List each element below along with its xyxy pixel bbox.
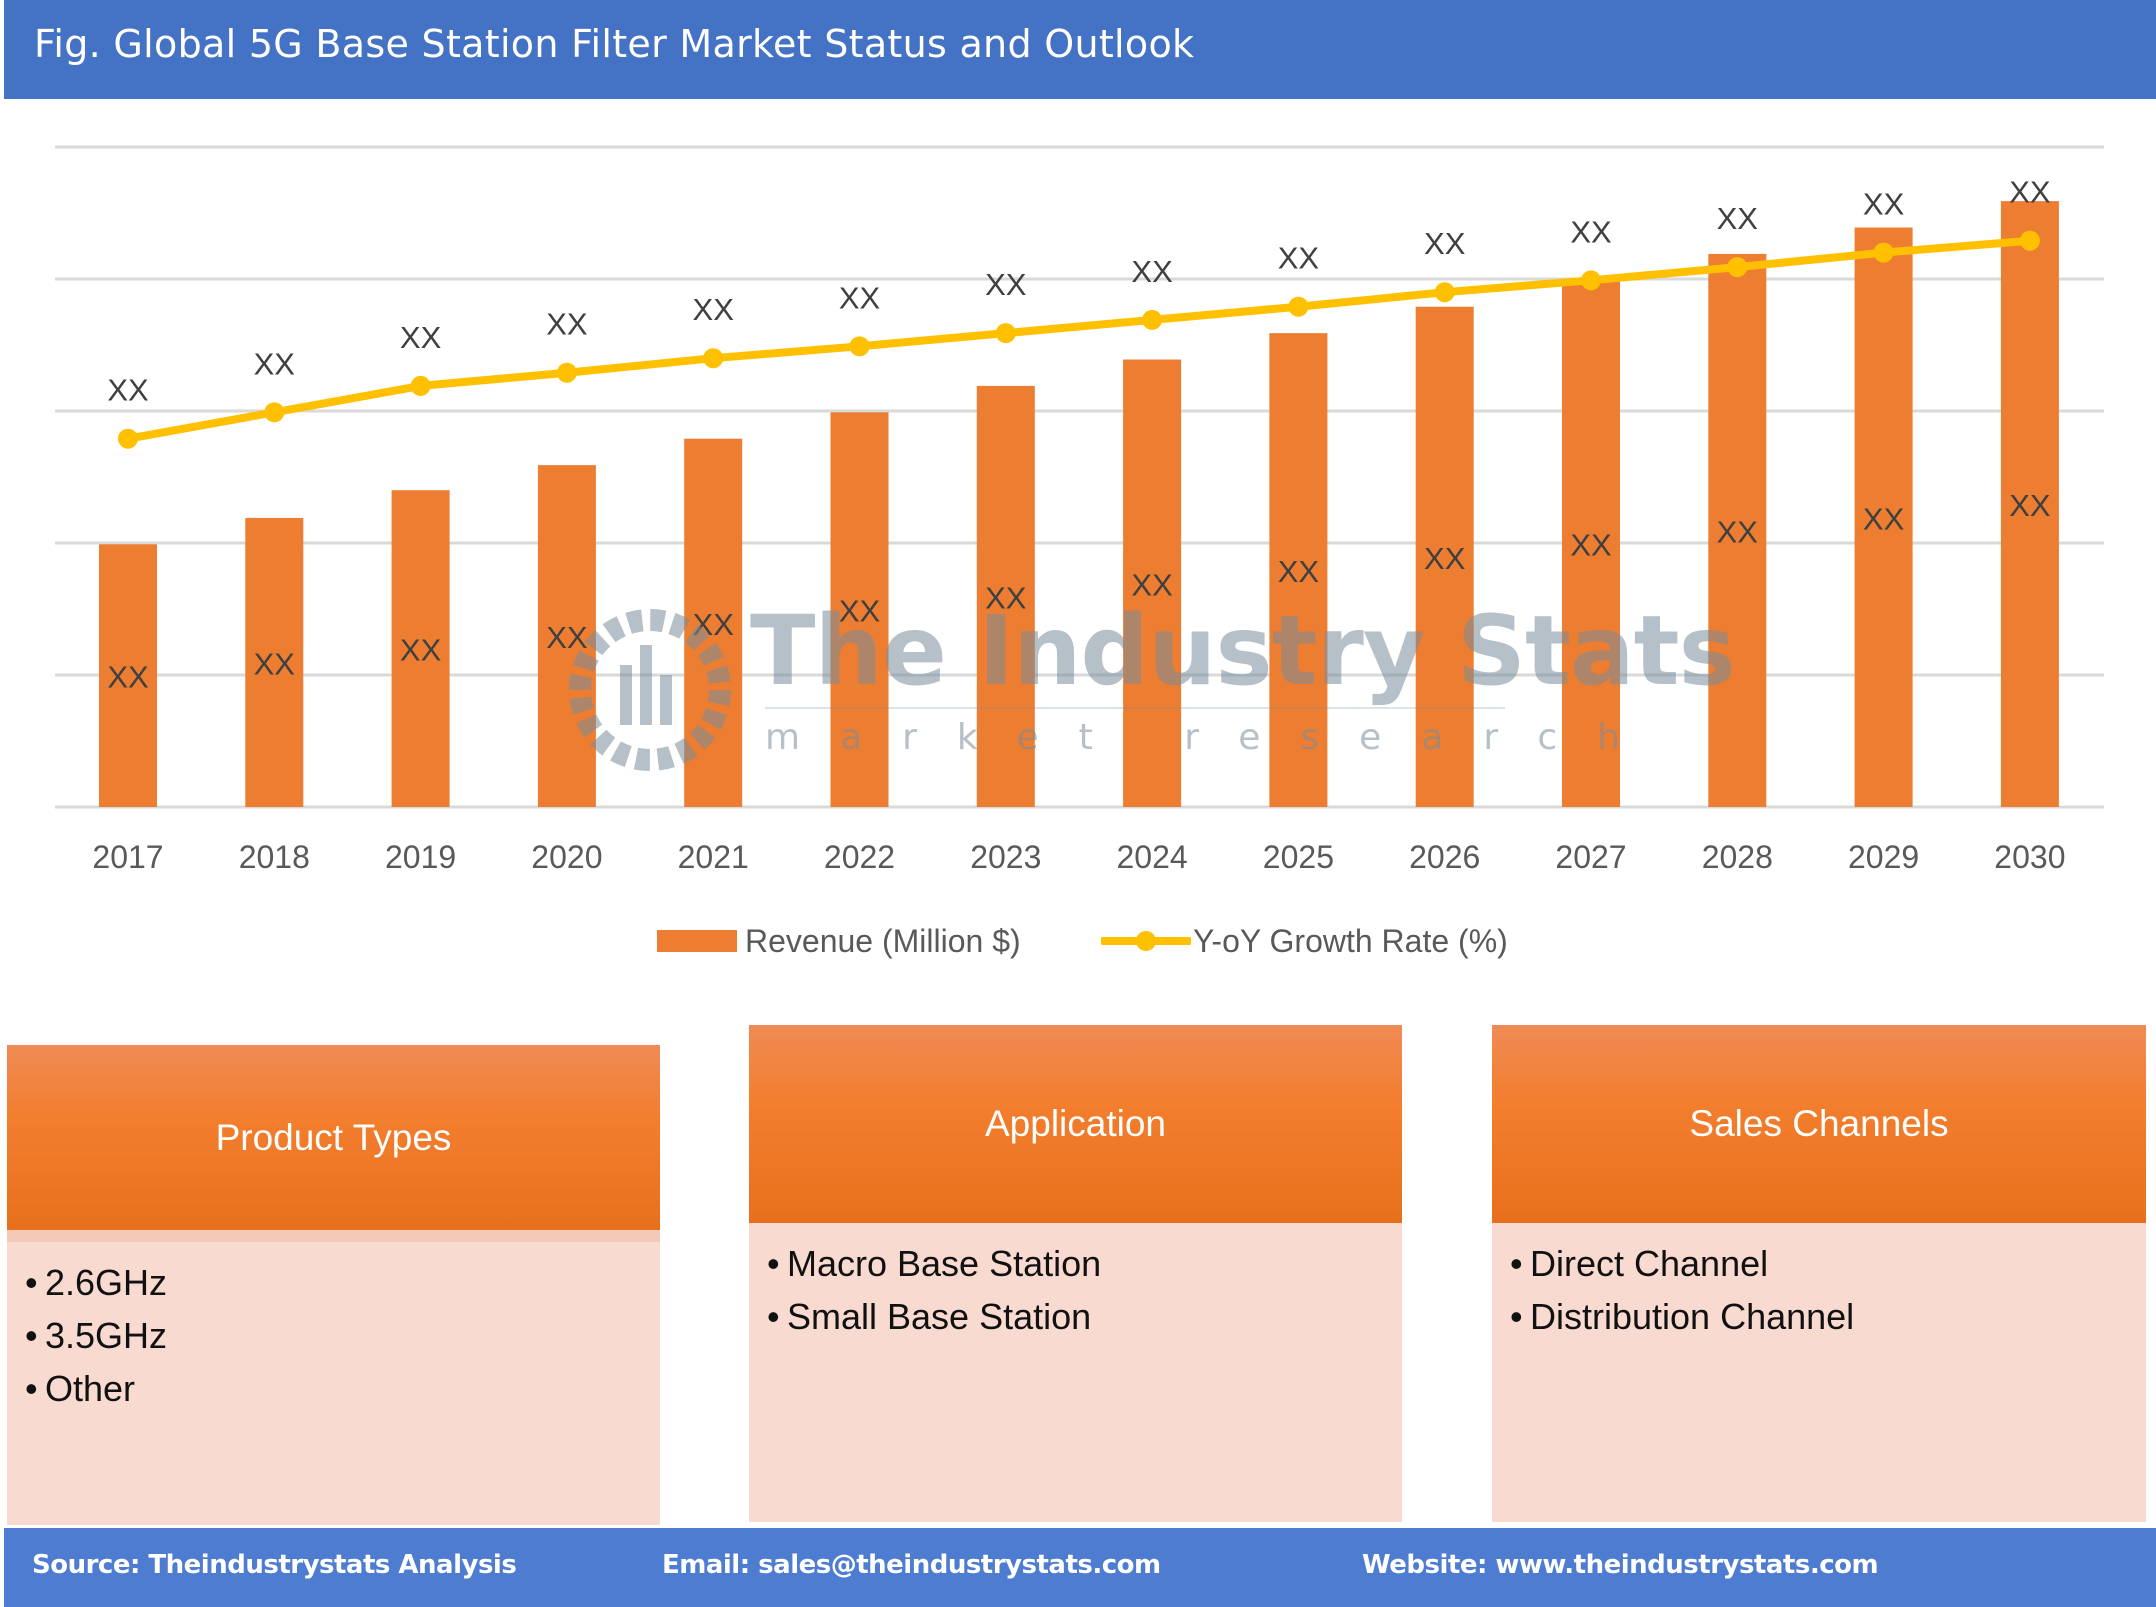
x-tick-label: 2023 (970, 839, 1041, 875)
box-header: Sales Channels (1492, 1025, 2146, 1223)
line-data-label: XX (1863, 187, 1905, 222)
category-box-application: Application • Macro Base Station • Small B… (749, 1025, 1402, 1522)
box-list: • Direct Channel • Distribution Channel (1492, 1223, 2146, 1343)
x-tick-label: 2025 (1263, 839, 1334, 875)
x-tick-label: 2020 (531, 839, 602, 875)
legend-label-revenue: Revenue (Million $) (745, 922, 1021, 959)
legend-label-growth: Y-oY Growth Rate (%) (1193, 922, 1508, 959)
x-tick-label: 2018 (239, 839, 310, 875)
bar-data-label: XX (1131, 567, 1173, 602)
line-data-label: XX (107, 373, 149, 408)
x-tick-label: 2024 (1117, 839, 1188, 875)
growth-point-2019 (410, 375, 431, 396)
box-title: Product Types (215, 1116, 452, 1158)
legend-item-revenue: Revenue (Million $) (657, 918, 1021, 964)
line-data-label: XX (1570, 214, 1612, 249)
list-item: • Direct Channel (1510, 1243, 1769, 1284)
bar-data-label: XX (839, 594, 881, 629)
x-tick-label: 2019 (385, 839, 456, 875)
list-item: • Small Base Station (767, 1296, 1092, 1337)
line-data-label: XX (1278, 241, 1320, 276)
box-title: Application (984, 1103, 1166, 1144)
growth-point-2023 (995, 323, 1016, 344)
line-data-label: XX (1131, 254, 1173, 289)
growth-point-2025 (1288, 296, 1309, 317)
line-data-label: XX (254, 346, 296, 381)
list-item: • Distribution Channel (1510, 1296, 1855, 1337)
legend-swatch-line (1101, 931, 1191, 951)
x-tick-label: 2029 (1848, 839, 1919, 875)
footer-source: Source: Theindustrystats Analysis (32, 1550, 517, 1580)
growth-point-2028 (1727, 257, 1748, 278)
growth-point-2022 (849, 336, 870, 357)
x-tick-label: 2021 (678, 839, 749, 875)
footer-bar: Source: Theindustrystats Analysis Email:… (4, 1528, 2156, 1607)
growth-point-2029 (1873, 242, 1894, 263)
combo-chart: XX XX XX XX XX XX XX XX XX XX XX XX XX XX XX XX XX XX XX X… (55, 145, 2104, 875)
bar-data-label: XX (254, 646, 296, 681)
line-data-label: XX (2009, 175, 2051, 210)
x-tick-label: 2030 (1994, 839, 2065, 875)
line-data-label: XX (693, 292, 735, 327)
list-item: • Macro Base Station (767, 1243, 1102, 1284)
header-bar: Fig. Global 5G Base Station Filter Marke… (4, 0, 2156, 99)
line-data-label: XX (1424, 226, 1466, 261)
list-item: • 3.5GHz (25, 1315, 168, 1356)
growth-point-2020 (556, 362, 577, 383)
box-body: • Macro Base Station • Small Base Station (749, 1223, 1402, 1522)
bar-data-label: XX (1278, 554, 1320, 589)
legend-swatch-bar (657, 930, 737, 952)
bar-data-label: XX (1570, 528, 1612, 563)
x-tick-label: 2028 (1702, 839, 1773, 875)
growth-point-2027 (1581, 270, 1601, 291)
x-tick-label: 2022 (824, 839, 895, 875)
x-tick-label: 2017 (92, 839, 163, 875)
box-list: • Macro Base Station • Small Base Station (749, 1223, 1402, 1343)
footer-email[interactable]: Email: sales@theindustrystats.com (662, 1550, 1161, 1580)
box-header: Product Types (7, 1045, 660, 1230)
revenue-bars (99, 201, 2059, 808)
growth-point-2017 (118, 428, 138, 449)
legend-item-growth: Y-oY Growth Rate (%) (1101, 918, 1508, 964)
bar-data-label: XX (2009, 488, 2051, 523)
chart-legend: Revenue (Million $) Y-oY Growth Rate (%) (0, 918, 2156, 964)
line-data-label: XX (1717, 201, 1759, 236)
list-item: • 2.6GHz (25, 1262, 168, 1303)
category-box-product-types: Product Types • 2.6GHz • 3.5GHz • Other (7, 1045, 660, 1525)
box-title: Sales Channels (1689, 1103, 1949, 1144)
box-body: • 2.6GHz • 3.5GHz • Other (7, 1230, 660, 1525)
bar-data-label: XX (1424, 541, 1466, 576)
bar-data-label: XX (400, 633, 442, 668)
page-title: Fig. Global 5G Base Station Filter Marke… (34, 22, 1195, 66)
box-header: Application (749, 1025, 1402, 1223)
box-body: • Direct Channel • Distribution Channel (1492, 1223, 2146, 1522)
line-data-label: XX (400, 320, 442, 355)
growth-point-2030 (2019, 230, 2040, 251)
x-tick-label: 2026 (1409, 839, 1480, 875)
x-tick-label: 2027 (1555, 839, 1626, 875)
growth-point-2024 (1142, 309, 1163, 330)
x-axis-tick-labels: 2017 2018 2019 2020 2021 2022 2023 2024 2025 2026… (92, 839, 2065, 875)
growth-point-2021 (703, 348, 724, 369)
list-item: • Other (25, 1368, 136, 1409)
bar-data-label: XX (693, 607, 735, 642)
gridlines (55, 145, 2104, 809)
box-list: • 2.6GHz • 3.5GHz • Other (7, 1242, 660, 1415)
bar-data-label: XX (107, 660, 149, 695)
bar-data-label: XX (985, 580, 1027, 615)
bar-data-label: XX (1717, 514, 1759, 549)
growth-point-2026 (1434, 282, 1455, 303)
line-data-label: XX (985, 267, 1027, 302)
growth-point-2018 (264, 402, 285, 423)
bar-data-label: XX (546, 620, 588, 655)
category-box-sales-channels: Sales Channels • Direct Channel • Distribu… (1492, 1025, 2146, 1522)
footer-website[interactable]: Website: www.theindustrystats.com (1362, 1550, 1879, 1580)
line-data-label: XX (546, 307, 588, 342)
line-data-label: XX (839, 280, 881, 315)
bar-data-label: XX (1863, 501, 1905, 536)
